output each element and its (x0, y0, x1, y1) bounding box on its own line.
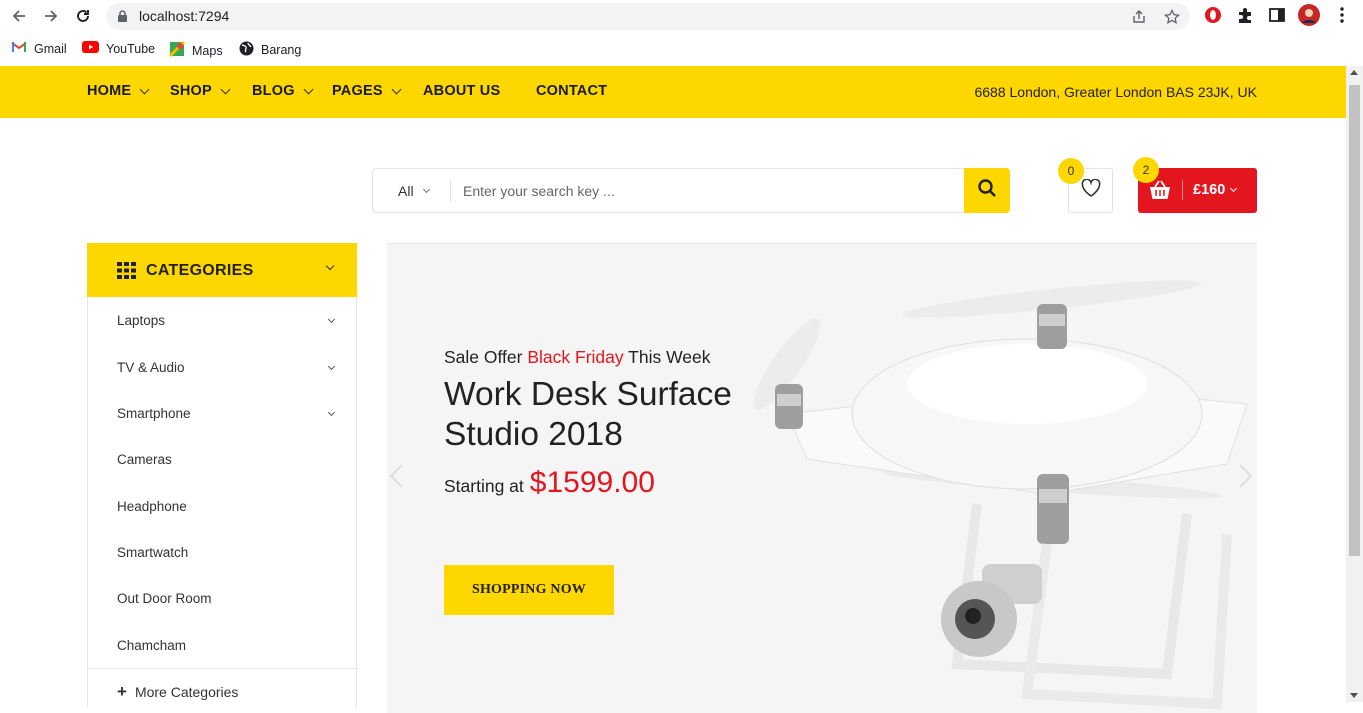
nav-label: PAGES (332, 83, 383, 99)
nav-label: ABOUT US (423, 83, 501, 99)
search-category-select[interactable]: All (398, 183, 430, 199)
chevron-down-icon[interactable] (327, 315, 336, 324)
category-chamcham[interactable]: Chamcham (117, 638, 186, 653)
category-smartphone[interactable]: Smartphone (117, 406, 191, 421)
youtube-icon (82, 41, 99, 56)
wishlist-count-badge: 0 (1058, 158, 1084, 184)
hero-price: $1599.00 (529, 466, 655, 499)
reload-icon[interactable] (73, 6, 93, 26)
grid-icon (117, 262, 136, 284)
divider (88, 668, 356, 669)
hero-slider: Sale Offer Black Friday This Week Work D… (387, 243, 1257, 713)
bookmark-gmail[interactable]: Gmail (11, 41, 67, 56)
address-bar[interactable]: localhost:7294 (106, 3, 1190, 30)
bookmark-youtube[interactable]: YouTube (82, 41, 155, 56)
nav-pages[interactable]: PAGES (332, 83, 402, 99)
opera-extension-icon[interactable] (1204, 6, 1222, 29)
hero-title: Work Desk Surface Studio 2018 (444, 376, 732, 453)
nav-shop[interactable]: SHOP (170, 83, 231, 99)
bookmark-maps[interactable]: Maps (168, 40, 223, 60)
nav-about-us[interactable]: ABOUT US (423, 83, 500, 99)
search-button[interactable] (964, 168, 1010, 213)
bookmark-label: Barang (261, 43, 302, 57)
chevron-down-icon (139, 84, 150, 94)
url-text[interactable]: localhost:7294 (139, 8, 229, 24)
cart-divider (1182, 180, 1183, 200)
chevron-down-icon (220, 84, 231, 94)
chevron-down-icon (391, 84, 402, 94)
category-out-door-room[interactable]: Out Door Room (117, 591, 212, 606)
bookmark-label: Maps (192, 43, 223, 58)
nav-label: CONTACT (536, 83, 608, 99)
categories-list: Laptops TV & Audio Smartphone Cameras He… (87, 297, 357, 707)
lock-icon[interactable] (117, 10, 128, 28)
nav-label: HOME (87, 83, 132, 99)
shopping-now-button[interactable]: SHOPPING NOW (444, 565, 614, 615)
sale-suffix: This Week (628, 347, 711, 367)
maps-icon (168, 40, 186, 60)
browser-toolbar: localhost:7294 (0, 0, 1363, 33)
drone-product-image (753, 280, 1248, 710)
store-address: 6688 London, Greater London BAS 23JK, UK (974, 84, 1257, 100)
categories-title: CATEGORIES (146, 262, 254, 279)
search-category-value: All (398, 183, 414, 199)
more-categories-label: More Categories (134, 684, 239, 700)
nav-blog[interactable]: BLOG (252, 83, 314, 99)
browser-menu-icon[interactable] (1334, 6, 1350, 29)
cart-count-badge: 2 (1133, 157, 1159, 183)
basket-icon (1148, 179, 1172, 206)
chevron-down-icon (1230, 184, 1238, 193)
nav-label: SHOP (170, 83, 212, 99)
nav-label: BLOG (252, 83, 295, 99)
sale-highlight: Black Friday (527, 347, 624, 367)
search-input[interactable] (463, 177, 943, 204)
category-smartwatch[interactable]: Smartwatch (117, 545, 188, 560)
category-headphone[interactable]: Headphone (117, 499, 187, 514)
main-navigation: HOME SHOP BLOG PAGES ABOUT US CONTACT 66… (0, 66, 1346, 118)
hero-price-line: Starting at $1599.00 (444, 466, 655, 500)
slider-prev-icon[interactable] (389, 464, 413, 488)
page-scrollbar[interactable] (1346, 66, 1363, 702)
sale-prefix: Sale Offer (444, 347, 523, 367)
nav-home[interactable]: HOME (87, 83, 150, 99)
bookmark-barang[interactable]: Barang (239, 41, 301, 59)
search-divider (450, 180, 451, 202)
search-bar: All (372, 168, 1010, 213)
bookmark-star-icon[interactable] (1163, 8, 1181, 30)
sale-offer-text: Sale Offer Black Friday This Week (444, 347, 711, 368)
chevron-down-icon[interactable] (327, 408, 336, 417)
gmail-icon (11, 41, 27, 56)
categories-header[interactable]: CATEGORIES (87, 243, 357, 297)
chevron-down-icon (422, 185, 430, 194)
share-icon[interactable] (1131, 9, 1147, 30)
extensions-puzzle-icon[interactable] (1236, 6, 1254, 29)
chevron-down-icon[interactable] (327, 362, 336, 371)
profile-avatar[interactable] (1298, 4, 1320, 31)
heart-icon (1081, 178, 1101, 202)
bookmark-label: Gmail (34, 41, 67, 56)
side-panel-icon[interactable] (1268, 6, 1286, 29)
cart-total: £160 (1193, 182, 1238, 198)
globe-icon (239, 41, 254, 59)
scrollbar-thumb[interactable] (1349, 85, 1360, 556)
category-cameras[interactable]: Cameras (117, 452, 172, 467)
bookmark-label: YouTube (106, 41, 156, 56)
plus-icon: + (117, 682, 127, 701)
nav-contact[interactable]: CONTACT (536, 83, 607, 99)
bookmarks-bar: Gmail YouTube Maps Barang (0, 33, 1363, 66)
search-icon (977, 178, 997, 203)
cart-total-value: £160 (1193, 182, 1226, 198)
scroll-down-icon[interactable] (1350, 693, 1358, 698)
chevron-down-icon (325, 261, 335, 271)
forward-icon[interactable] (41, 6, 61, 26)
scroll-up-icon[interactable] (1350, 70, 1358, 75)
category-tv-audio[interactable]: TV & Audio (117, 360, 185, 375)
back-icon[interactable] (9, 6, 29, 26)
chevron-down-icon (303, 84, 314, 94)
category-laptops[interactable]: Laptops (117, 313, 165, 328)
price-prefix: Starting at (444, 476, 524, 496)
more-categories-link[interactable]: + More Categories (117, 682, 239, 701)
